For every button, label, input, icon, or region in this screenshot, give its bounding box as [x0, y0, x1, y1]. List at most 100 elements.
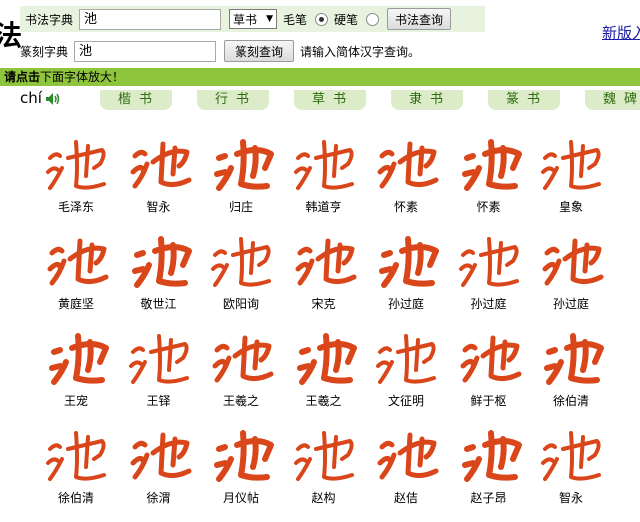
- calligrapher-name: 文征明: [387, 394, 424, 408]
- calligraphy-glyph-image[interactable]: [125, 128, 195, 192]
- calligraphy-glyph-image[interactable]: [537, 419, 607, 483]
- pen-radio[interactable]: [366, 12, 380, 26]
- calligraphy-glyph-image[interactable]: [372, 128, 442, 192]
- calligraphy-sample[interactable]: 怀素: [366, 122, 446, 218]
- calligraphy-sample[interactable]: 文征明: [366, 316, 446, 412]
- calligraphy-glyph-image[interactable]: [537, 322, 607, 386]
- calligraphy-sample[interactable]: 鲜于枢: [449, 316, 529, 412]
- calligrapher-name: 徐渭: [146, 491, 171, 505]
- calligraphy-glyph-image[interactable]: [455, 322, 525, 386]
- calligraphy-sample[interactable]: 皇象: [531, 122, 611, 218]
- calligraphy-glyph-image[interactable]: [455, 128, 525, 192]
- calligrapher-name: 徐伯清: [57, 491, 94, 505]
- calligrapher-name: 智永: [146, 200, 171, 214]
- enlarge-hint-bar: 请点击下面字体放大！: [0, 68, 640, 86]
- calligraphy-sample[interactable]: 月仪帖: [201, 413, 281, 509]
- tab-kaishu[interactable]: 楷书: [100, 90, 172, 110]
- calligraphy-glyph-image[interactable]: [42, 128, 112, 192]
- calligraphy-glyph-image[interactable]: [537, 225, 607, 289]
- calligraphy-sample[interactable]: 赵子昂: [449, 413, 529, 509]
- speaker-icon[interactable]: [45, 92, 61, 106]
- calligraphy-sample[interactable]: 赵佶: [366, 413, 446, 509]
- calligraphy-sample[interactable]: 智永: [119, 122, 199, 218]
- calligraphy-sample[interactable]: 韩道亨: [284, 122, 364, 218]
- tab-weibei[interactable]: 魏碑: [585, 90, 640, 110]
- calligrapher-name: 宋克: [311, 297, 336, 311]
- calligraphy-glyph-image[interactable]: [42, 419, 112, 483]
- calligraphy-glyph-image[interactable]: [125, 419, 195, 483]
- calligraphy-sample[interactable]: 孙过庭: [531, 219, 611, 315]
- calligrapher-name: 王羲之: [305, 394, 342, 408]
- calligraphy-sample[interactable]: 赵构: [284, 413, 364, 509]
- calligraphy-sample[interactable]: 王羲之: [201, 316, 281, 412]
- calligrapher-name: 敬世江: [140, 297, 177, 311]
- calligraphy-sample[interactable]: 王铎: [119, 316, 199, 412]
- calligrapher-name: 韩道亨: [305, 200, 342, 214]
- brush-label: 毛笔: [283, 12, 308, 27]
- calligrapher-name: 鲜于枢: [470, 394, 507, 408]
- calligraphy-glyph-image[interactable]: [207, 128, 277, 192]
- calligrapher-name: 赵子昂: [470, 491, 507, 505]
- calligraphy-sample[interactable]: 孙过庭: [449, 219, 529, 315]
- script-style-value: 草书: [233, 12, 258, 27]
- calligraphy-glyph-image[interactable]: [372, 322, 442, 386]
- calligraphy-glyph-image[interactable]: [207, 322, 277, 386]
- calligraphy-glyph-image[interactable]: [42, 322, 112, 386]
- calligraphy-sample[interactable]: 归庄: [201, 122, 281, 218]
- pen-label: 硬笔: [334, 12, 359, 27]
- calligraphy-search-input[interactable]: 池: [79, 8, 222, 30]
- calligraphy-sample[interactable]: 徐伯清: [531, 316, 611, 412]
- calligraphy-glyph-image[interactable]: [455, 419, 525, 483]
- calligrapher-name: 徐伯清: [552, 394, 589, 408]
- calligraphy-glyph-image[interactable]: [125, 322, 195, 386]
- calligraphy-glyph-image[interactable]: [290, 322, 360, 386]
- calligraphy-search-row: 书法字典 池 草书 ▼ 毛笔 硬笔 书法查询: [20, 6, 485, 32]
- calligrapher-name: 赵构: [311, 491, 336, 505]
- calligraphy-sample[interactable]: 智永: [531, 413, 611, 509]
- calligraphy-sample[interactable]: 徐伯清: [36, 413, 116, 509]
- calligraphy-search-button[interactable]: 书法查询: [387, 8, 452, 30]
- calligraphy-sample[interactable]: 王宠: [36, 316, 116, 412]
- calligraphy-glyph-image[interactable]: [42, 225, 112, 289]
- calligraphy-glyph-image[interactable]: [290, 225, 360, 289]
- calligraphy-dict-label: 书法字典: [25, 12, 74, 27]
- script-style-select[interactable]: 草书 ▼: [229, 9, 278, 29]
- tab-lishu[interactable]: 隶书: [391, 90, 463, 110]
- calligrapher-name: 欧阳询: [222, 297, 259, 311]
- calligraphy-glyph-image[interactable]: [290, 419, 360, 483]
- seal-search-button[interactable]: 篆刻查询: [224, 40, 295, 62]
- calligraphy-glyph-image[interactable]: [290, 128, 360, 192]
- calligraphy-sample[interactable]: 孙过庭: [366, 219, 446, 315]
- calligraphy-sample[interactable]: 敬世江: [119, 219, 199, 315]
- calligraphy-sample[interactable]: 宋克: [284, 219, 364, 315]
- calligraphy-glyph-image[interactable]: [537, 128, 607, 192]
- pinyin-label: chí: [20, 89, 42, 107]
- calligraphy-glyph-image[interactable]: [125, 225, 195, 289]
- brush-radio[interactable]: [315, 12, 329, 26]
- calligrapher-name: 王铎: [146, 394, 171, 408]
- calligraphy-sample[interactable]: 毛泽东: [36, 122, 116, 218]
- calligraphy-sample[interactable]: 怀素: [449, 122, 529, 218]
- calligraphy-glyph-image[interactable]: [455, 225, 525, 289]
- calligrapher-name: 怀素: [476, 200, 501, 214]
- calligraphy-glyph-image[interactable]: [372, 419, 442, 483]
- calligrapher-name: 毛泽东: [57, 200, 94, 214]
- calligraphy-sample[interactable]: 黄庭坚: [36, 219, 116, 315]
- calligraphy-glyph-image[interactable]: [372, 225, 442, 289]
- calligraphy-glyph-image[interactable]: [207, 419, 277, 483]
- calligrapher-name: 皇象: [558, 200, 583, 214]
- search-panel: 法 书法字典 池 草书 ▼ 毛笔 硬笔 书法查询 篆刻字典 池 篆刻查询 请输入…: [0, 0, 640, 68]
- tab-zhuanshu[interactable]: 篆书: [488, 90, 560, 110]
- tab-xingshu[interactable]: 行书: [197, 90, 269, 110]
- calligraphy-sample[interactable]: 徐渭: [119, 413, 199, 509]
- new-version-link[interactable]: 新版入: [602, 22, 640, 43]
- seal-search-input[interactable]: 池: [74, 40, 217, 62]
- seal-dict-label: 篆刻字典: [20, 44, 69, 59]
- calligraphy-sample[interactable]: 欧阳询: [201, 219, 281, 315]
- calligrapher-name: 月仪帖: [222, 491, 259, 505]
- tab-caoshu[interactable]: 草书: [294, 90, 366, 110]
- calligraphy-glyph-image[interactable]: [207, 225, 277, 289]
- calligraphy-sample[interactable]: 王羲之: [284, 316, 364, 412]
- calligrapher-name: 黄庭坚: [57, 297, 94, 311]
- enlarge-hint-text: 下面字体放大！: [40, 70, 125, 84]
